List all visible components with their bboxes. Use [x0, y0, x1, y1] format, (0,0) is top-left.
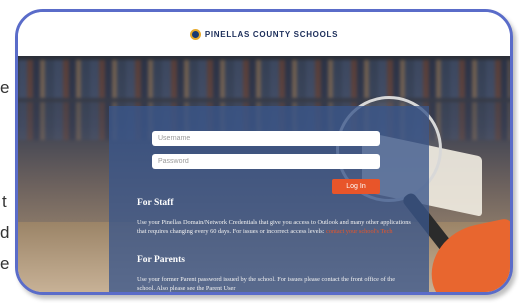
- staff-support-link[interactable]: contact your school's Tech: [326, 228, 393, 235]
- brand-text: PINELLAS COUNTY SCHOOLS: [204, 29, 339, 39]
- username-input[interactable]: [152, 131, 380, 146]
- login-button[interactable]: Log In: [332, 179, 380, 194]
- page-fragment-char: e: [0, 254, 10, 273]
- staff-section-text: Use your Pinellas Domain/Network Credent…: [137, 219, 412, 236]
- staff-section-title: For Staff: [137, 198, 174, 208]
- site-header: PINELLAS COUNTY SCHOOLS: [18, 12, 510, 56]
- page-fragment-char: e: [0, 78, 10, 97]
- login-panel: Log In For Staff Use your Pinellas Domai…: [109, 106, 429, 292]
- page-fragment-char: t: [2, 192, 7, 211]
- page-fragment-char: d: [0, 223, 10, 242]
- bookshelf-background: [18, 60, 510, 98]
- password-input[interactable]: [152, 154, 380, 169]
- brand[interactable]: PINELLAS COUNTY SCHOOLS: [189, 28, 339, 40]
- hero-background: Log In For Staff Use your Pinellas Domai…: [18, 56, 510, 292]
- parents-section-title: For Parents: [137, 255, 185, 265]
- login-page-card: PINELLAS COUNTY SCHOOLS Log In For Staff…: [15, 9, 513, 295]
- parents-section-text: Use your former Parent password issued b…: [137, 276, 395, 292]
- district-seal-icon: [189, 28, 201, 40]
